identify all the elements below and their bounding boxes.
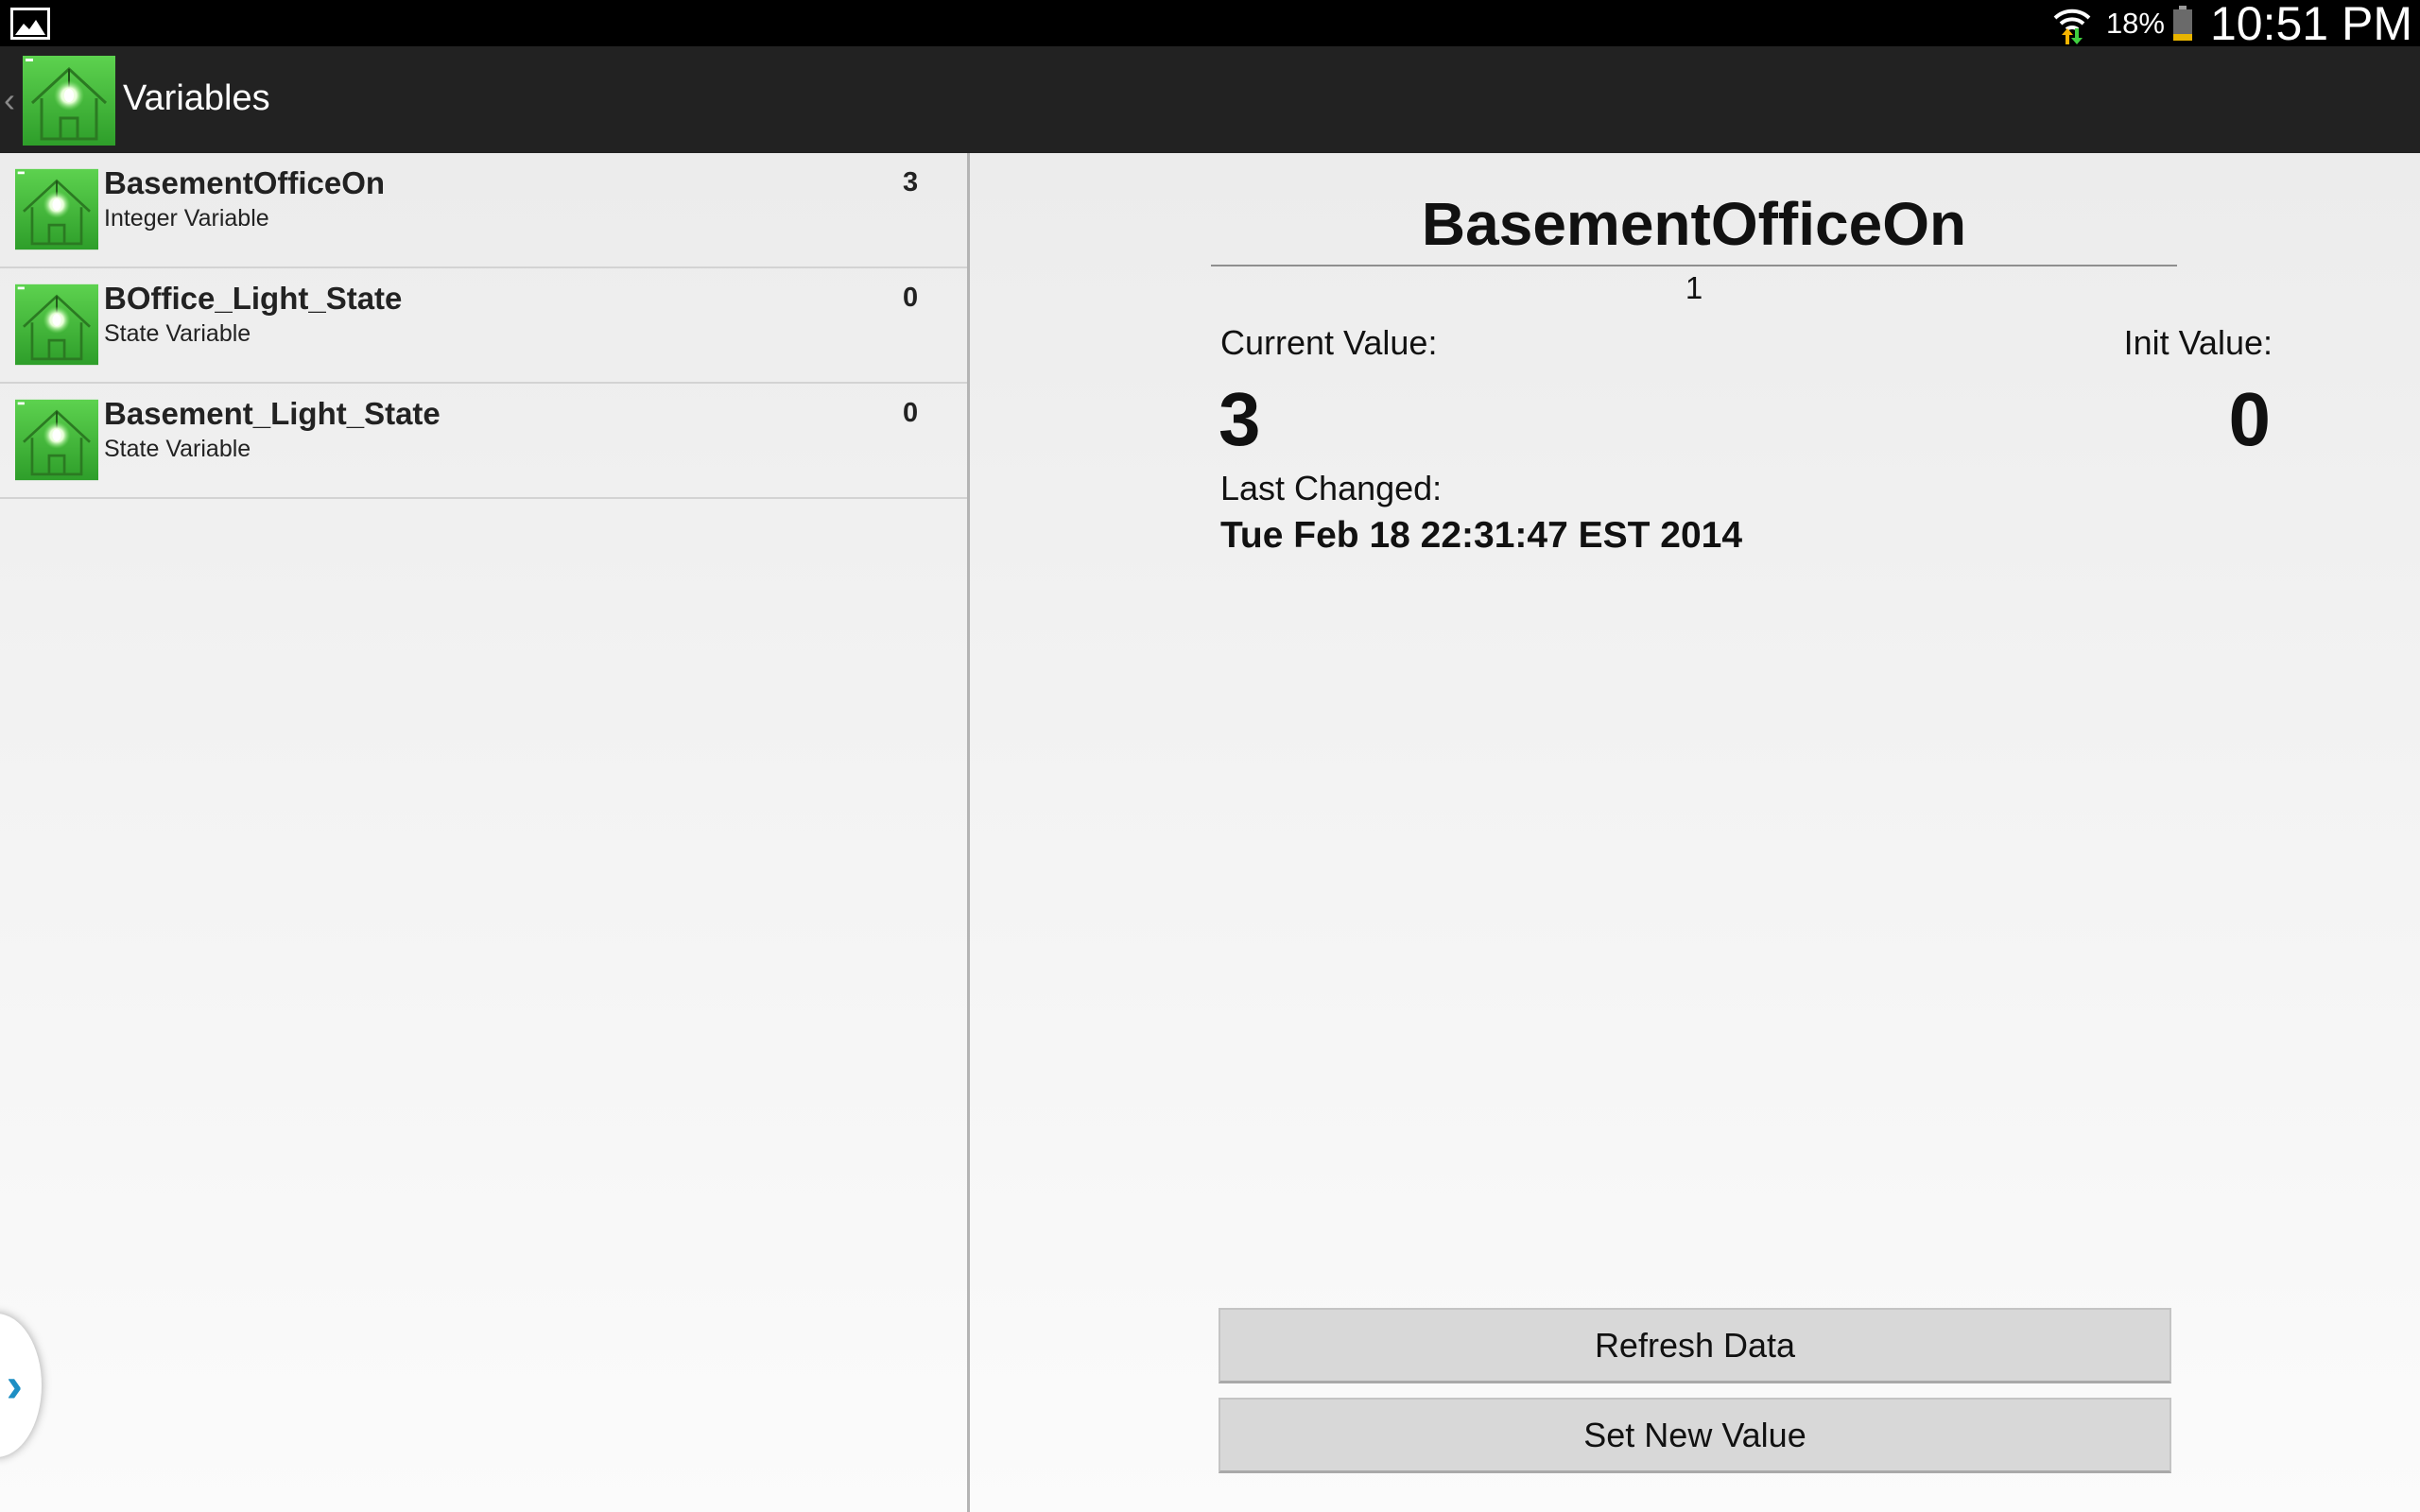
- current-value-label: Current Value:: [1220, 323, 1438, 362]
- up-caret-icon[interactable]: ‹: [4, 80, 15, 120]
- house-bulb-icon: [15, 284, 98, 366]
- list-item-basementofficeon[interactable]: BasementOfficeOn Integer Variable 3: [0, 153, 967, 268]
- title-divider: [1211, 265, 2177, 266]
- variable-type: State Variable: [104, 320, 251, 347]
- variable-type: State Variable: [104, 436, 251, 462]
- action-bar: ‹ Variables: [0, 46, 2420, 153]
- variable-value: 0: [903, 398, 919, 428]
- page-title: Variables: [123, 78, 270, 118]
- list-item-boffice-light-state[interactable]: BOffice_Light_State State Variable 0: [0, 268, 967, 384]
- variable-value: 3: [903, 167, 919, 198]
- clock: 10:51 PM: [2209, 0, 2412, 50]
- chevron-right-icon: ›: [6, 1358, 23, 1413]
- list-item-basement-light-state[interactable]: Basement_Light_State State Variable 0: [0, 384, 967, 499]
- house-bulb-icon[interactable]: [23, 56, 115, 146]
- current-value: 3: [1219, 377, 1261, 461]
- set-new-value-button[interactable]: Set New Value: [1219, 1398, 2171, 1473]
- last-changed-value: Tue Feb 18 22:31:47 EST 2014: [1220, 515, 1743, 556]
- last-changed-label: Last Changed:: [1220, 469, 1443, 507]
- battery-icon: [2172, 5, 2192, 41]
- battery-percent: 18%: [2105, 6, 2165, 40]
- detail-title: BasementOfficeOn: [1421, 190, 1967, 258]
- variable-name: BasementOfficeOn: [104, 165, 386, 200]
- status-bar: 18% 10:51 PM: [0, 0, 2420, 50]
- variable-value: 0: [903, 283, 919, 313]
- image-notification-icon: [10, 8, 50, 40]
- variable-type: Integer Variable: [104, 205, 269, 232]
- detail-subtitle: 1: [1685, 270, 1703, 305]
- refresh-data-button[interactable]: Refresh Data: [1219, 1308, 2171, 1383]
- wifi-icon: [2053, 9, 2091, 44]
- init-value: 0: [2228, 377, 2272, 461]
- variable-detail-pane: BasementOfficeOn 1 Current Value: Init V…: [970, 153, 2420, 1512]
- variable-name: Basement_Light_State: [104, 396, 441, 431]
- house-bulb-icon: [15, 399, 98, 481]
- variable-name: BOffice_Light_State: [104, 281, 403, 316]
- init-value-label: Init Value:: [2123, 323, 2273, 362]
- house-bulb-icon: [15, 168, 98, 250]
- variables-list: BasementOfficeOn Integer Variable 3 BOff…: [0, 153, 967, 1512]
